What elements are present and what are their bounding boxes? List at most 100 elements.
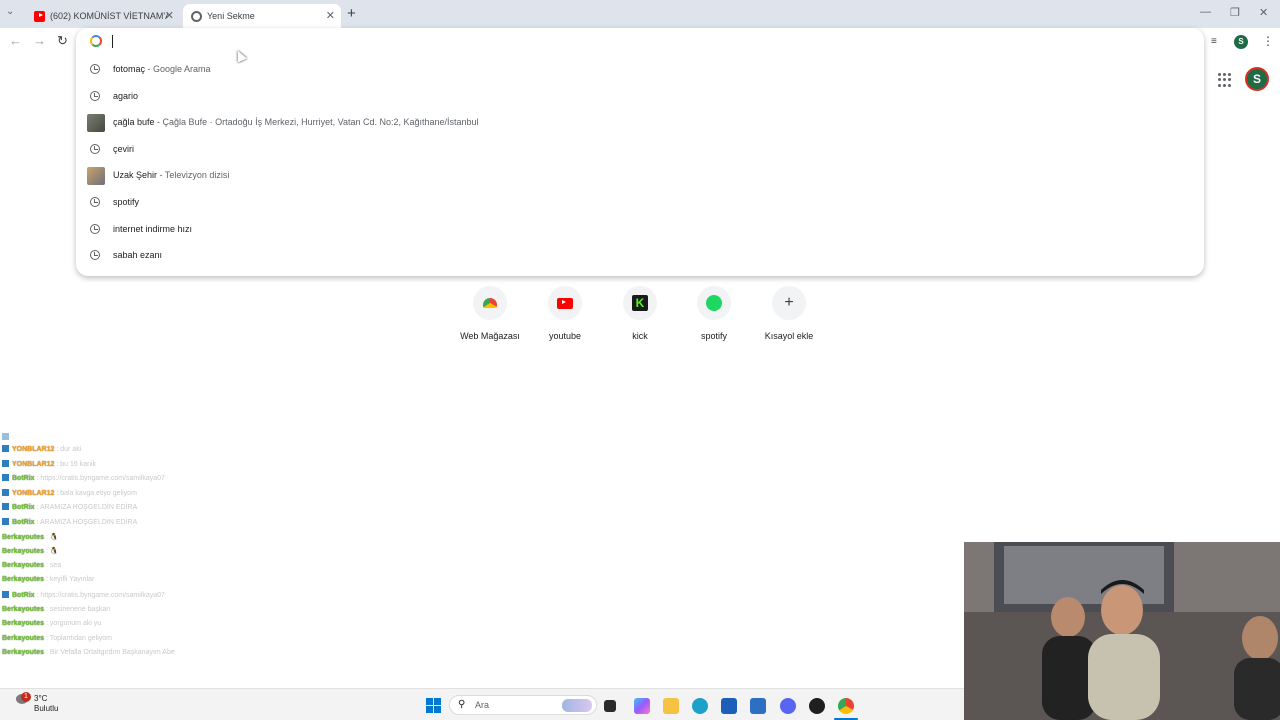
profile-avatar-small[interactable]: S	[1234, 35, 1248, 49]
shortcut-label: spotify	[700, 331, 727, 341]
chrome-icon	[191, 10, 202, 22]
tv-series-thumbnail	[87, 167, 105, 185]
suggestion-item[interactable]: çağla bufe - Çağla Bufe · Ortadoğu İş Me…	[76, 110, 1204, 136]
microsoft-store-icon[interactable]	[721, 698, 737, 714]
search-highlight-image	[562, 699, 592, 712]
suggestion-text: çağla bufe	[113, 117, 155, 127]
webcam-video	[964, 542, 1280, 720]
suggestion-item[interactable]: fotomaç - Google Arama	[76, 57, 1204, 83]
chat-message: Berkayoutes : Toplantıdan geliyom	[2, 635, 112, 642]
chat-message: YONBLAR12 : bu 16 kanik	[2, 459, 96, 468]
back-icon[interactable]: ←	[9, 33, 22, 48]
chat-message: Berkayoutes : sea	[2, 562, 61, 569]
google-account-avatar[interactable]: S	[1245, 67, 1269, 91]
chat-username: YONBLAR12	[12, 460, 55, 468]
copilot-icon[interactable]	[634, 698, 650, 714]
outlook-icon[interactable]	[750, 698, 766, 714]
chat-badge-icon	[2, 518, 9, 525]
taskbar-search-box[interactable]: ⚲ Ara	[449, 695, 597, 715]
chat-text: : sesinenene başkan	[44, 605, 111, 613]
chat-badge-icon	[2, 591, 9, 598]
chat-username: BotRix	[12, 592, 35, 599]
reload-icon[interactable]: ↻	[57, 33, 68, 49]
shortcut-spotify[interactable]: spotify	[679, 286, 749, 341]
tab-title: Yeni Sekme	[207, 11, 255, 21]
chat-username: Berkayoutes	[2, 533, 45, 541]
suggestion-text: çeviri	[113, 144, 135, 154]
forward-icon[interactable]: →	[33, 33, 46, 48]
windows-start-icon[interactable]	[426, 698, 441, 713]
chat-text: : https://cratis.byngame.com/samilkaya07	[34, 475, 165, 483]
media-controls-icon[interactable]: ≡	[1211, 36, 1217, 47]
suggestion-text: spotify	[113, 197, 140, 207]
chat-message: BotRix : ARAMIZA HOŞGELDİN EDİRA	[2, 503, 137, 511]
history-icon	[90, 144, 100, 154]
shortcut-kick[interactable]: K kick	[605, 286, 675, 341]
shortcut-add[interactable]: + Kısayol ekle	[754, 286, 824, 341]
notification-badge: 1	[21, 692, 31, 702]
chat-line-partial	[2, 433, 12, 441]
omnibox-input[interactable]	[112, 35, 113, 48]
history-icon	[90, 91, 100, 101]
tab-search-chevron-icon[interactable]: ⌄	[6, 6, 14, 17]
chat-message: BotRix : ARAMIZA HOŞGELDİN EDİRA	[2, 518, 137, 526]
chat-username: Berkayoutes	[2, 548, 45, 556]
chat-username: Berkayoutes	[2, 634, 45, 642]
chat-username: Berkayoutes	[2, 605, 45, 613]
chat-text: : sea	[44, 561, 62, 569]
chat-username: BotRix	[12, 475, 35, 483]
chat-message: YONBLAR12 : dur aki	[2, 445, 81, 453]
shortcut-web-store[interactable]: Web Mağazası	[455, 286, 525, 341]
window-close-icon[interactable]: ✕	[1259, 6, 1268, 19]
restore-icon[interactable]: ❐	[1230, 6, 1240, 19]
web-store-icon	[483, 298, 497, 308]
chat-message: Berkayoutes : keyifli Yayınlar	[2, 576, 94, 583]
close-icon[interactable]: ✕	[326, 9, 335, 22]
webcam-overlay	[964, 542, 1280, 720]
shortcut-youtube[interactable]: youtube	[530, 286, 600, 341]
chat-username: Berkayoutes	[2, 649, 45, 657]
discord-icon[interactable]	[780, 698, 796, 714]
app-icon[interactable]	[809, 698, 825, 714]
tab-title: (602) KOMÜNİST VİETNAM'A G	[50, 11, 168, 21]
plus-icon: +	[784, 294, 794, 311]
suggestion-item[interactable]: Uzak Şehir - Televizyon dizisi	[76, 163, 1204, 189]
chat-text: : Toplantıdan geliyom	[44, 634, 113, 642]
suggestion-text: agario	[113, 91, 139, 101]
menu-icon[interactable]: ⋮	[1262, 34, 1274, 48]
chat-badge-icon	[2, 445, 9, 452]
weather-desc[interactable]: Bulutlu	[34, 704, 58, 713]
tab-youtube[interactable]: (602) KOMÜNİST VİETNAM'A G ✕	[26, 4, 180, 28]
task-view-icon[interactable]	[604, 700, 616, 712]
new-tab-button[interactable]: +	[347, 5, 356, 22]
suggestion-item[interactable]: sabah ezanı	[76, 243, 1204, 269]
edge-icon[interactable]	[692, 698, 708, 714]
chat-badge-icon	[2, 503, 9, 511]
tab-new-tab[interactable]: Yeni Sekme ✕	[183, 4, 341, 28]
chat-message: YONBLAR12 : bala kavga etiyo geliyom	[2, 488, 137, 497]
chat-username: Berkayoutes	[2, 576, 45, 584]
close-icon[interactable]: ✕	[165, 9, 174, 22]
chrome-taskbar-icon[interactable]	[838, 698, 854, 714]
chat-text: : 🐧	[44, 533, 59, 541]
chat-message: Berkayoutes : yorgunum aki yu	[2, 620, 101, 627]
google-icon	[90, 35, 102, 47]
chat-text: : 🐧	[44, 548, 59, 556]
history-icon	[90, 250, 100, 260]
weather-temp[interactable]: 3°C	[34, 694, 47, 703]
suggestion-desc: - Google Arama	[145, 64, 211, 74]
suggestion-item[interactable]: spotify	[76, 190, 1204, 216]
suggestion-item[interactable]: çeviri	[76, 137, 1204, 163]
file-explorer-icon[interactable]	[663, 698, 679, 714]
youtube-icon	[557, 297, 573, 309]
suggestion-item[interactable]: agario	[76, 84, 1204, 110]
suggestion-item[interactable]: internet indirme hızı	[76, 217, 1204, 243]
chat-badge-icon	[2, 459, 9, 467]
chat-username: BotRix	[12, 504, 35, 512]
chat-message: Berkayoutes : 🐧	[2, 533, 59, 541]
minimize-icon[interactable]: —	[1200, 6, 1211, 18]
chat-text: : ARAMIZA HOŞGELDİN EDİRA	[34, 504, 138, 512]
google-apps-icon[interactable]	[1218, 73, 1232, 87]
suggestion-text: fotomaç	[113, 64, 146, 74]
spotify-icon	[706, 295, 722, 311]
